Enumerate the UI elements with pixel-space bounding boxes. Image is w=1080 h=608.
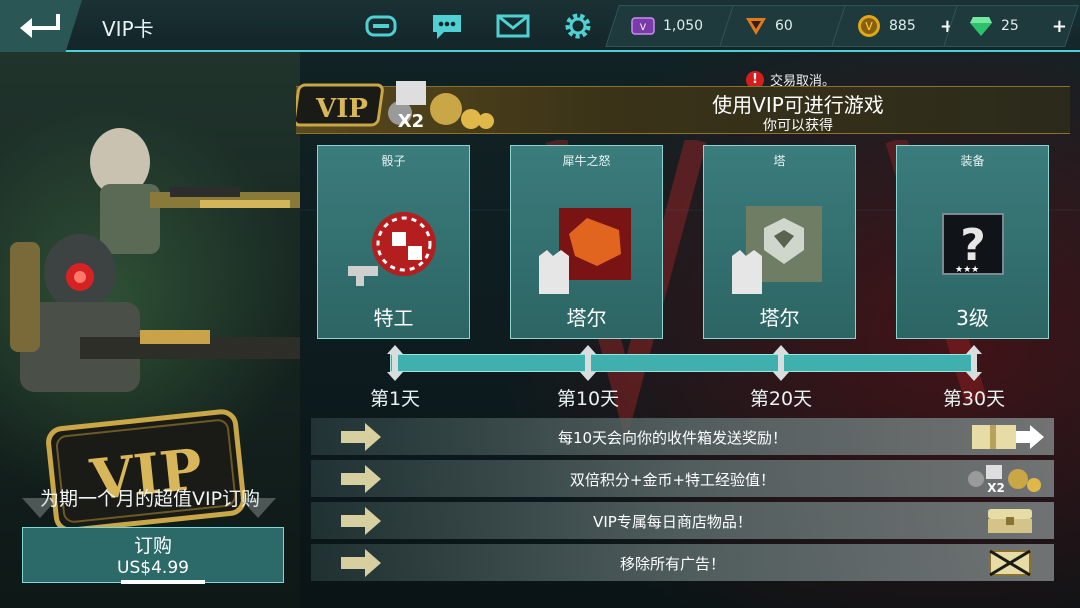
perk-text: 移除所有广告！	[619, 555, 725, 573]
reward-name: 骰子	[381, 154, 406, 168]
reward-label: 塔尔	[759, 306, 800, 330]
vip-points-value: 1,050	[663, 18, 704, 34]
mail-icon[interactable]	[496, 10, 530, 42]
perk-row: 移除所有广告！	[311, 544, 1054, 581]
vip-logo: VIP	[46, 409, 246, 533]
back-button[interactable]	[0, 0, 82, 52]
reward-label: 特工	[373, 306, 414, 330]
timeline-node-icon	[387, 345, 403, 381]
soldier-illustration	[10, 128, 300, 392]
reward-name: 塔	[773, 154, 786, 168]
timeline-node-icon	[580, 345, 596, 381]
perk-text: 每10天会向你的收件箱发送奖励！	[557, 429, 788, 447]
top-bar: VIP卡 V 1,050 60 V 885 + 25 +	[0, 0, 1080, 52]
tokens-value: 60	[775, 18, 793, 34]
gear-icon-svg	[565, 13, 591, 39]
rhino-jersey-icon	[539, 208, 631, 294]
svg-text:V: V	[640, 23, 647, 33]
no-ads-icon	[989, 549, 1031, 577]
gamepad-icon[interactable]	[364, 10, 398, 42]
day-label: 第20天	[749, 388, 813, 410]
banner-title: 使用VIP可进行游戏	[712, 93, 884, 117]
day-label: 第1天	[369, 388, 421, 410]
timeline-bar	[390, 354, 974, 372]
settings-gear-icon[interactable]	[561, 10, 595, 42]
svg-text:X2: X2	[987, 481, 1005, 494]
subscribe-label: 订购	[133, 535, 172, 557]
reward-card[interactable]: 装备 ? ★★★ 3级	[896, 145, 1049, 339]
coin-icon: V	[858, 15, 880, 37]
timeline-node-icon	[966, 345, 982, 381]
double-rewards-icon: X2	[968, 465, 1041, 494]
reward-label: 塔尔	[566, 306, 607, 330]
arrow-right-icon	[341, 465, 381, 493]
mail-icon-svg	[496, 14, 530, 38]
price-underline	[121, 580, 205, 584]
svg-text:★★★: ★★★	[955, 265, 979, 275]
gamepad-icon-svg	[365, 15, 397, 37]
reward-card[interactable]: 骰子 特工	[317, 145, 470, 339]
vip-banner: VIP X2 使用VIP可进行游戏 你可以获得	[296, 81, 1070, 134]
day-label: 第30天	[942, 388, 1006, 410]
arrow-right-icon	[341, 423, 381, 451]
vip-points-icon: V	[631, 17, 655, 35]
reward-name: 犀牛之怒	[562, 154, 611, 168]
page-title: VIP卡	[102, 17, 154, 41]
gems-value: 25	[1001, 18, 1019, 34]
perk-row: VIP专属每日商店物品！	[311, 502, 1054, 539]
chat-icon[interactable]	[430, 10, 464, 42]
timeline-node-icon	[773, 345, 789, 381]
day-label: 第10天	[556, 388, 620, 410]
mystery-gear-icon: ? ★★★	[942, 213, 1004, 275]
dice-chip-icon	[348, 212, 436, 286]
gem-icon	[970, 17, 992, 36]
vip-badge-icon: VIP X2	[296, 81, 494, 132]
arrow-right-icon	[341, 549, 381, 577]
perk-row: 每10天会向你的收件箱发送奖励！	[311, 418, 1054, 455]
svg-text:V: V	[865, 20, 873, 33]
chest-icon	[988, 509, 1032, 533]
reward-card[interactable]: 塔 塔尔	[703, 145, 856, 339]
arrow-right-icon	[341, 507, 381, 535]
svg-text:?: ?	[960, 220, 986, 271]
chevron-down-icon	[22, 498, 58, 518]
chevron-down-icon	[240, 498, 276, 518]
gift-mail-icon	[972, 425, 1044, 449]
hero-panel: VIP	[0, 52, 300, 608]
perk-text: 双倍积分+金币+特工经验值！	[569, 471, 776, 489]
token-icon	[746, 18, 766, 35]
subscribe-price: US$4.99	[117, 558, 189, 578]
reward-name: 装备	[960, 154, 985, 168]
badge-text: VIP	[315, 94, 368, 124]
perk-row: 双倍积分+金币+特工经验值！ X2	[311, 460, 1054, 497]
reward-card[interactable]: 犀牛之怒 塔尔	[510, 145, 663, 339]
chat-icon-svg	[433, 15, 461, 39]
add-gems-button[interactable]: +	[1052, 16, 1067, 37]
currency-gems: 25 +	[943, 5, 1079, 47]
subscribe-button[interactable]: 订购 US$4.99	[22, 527, 284, 584]
coins-value: 885	[889, 18, 916, 34]
tower-jersey-icon	[732, 206, 822, 294]
banner-subtitle: 你可以获得	[763, 118, 833, 134]
multiplier-text: X2	[398, 111, 424, 132]
perk-text: VIP专属每日商店物品！	[593, 513, 752, 531]
back-arrow-icon	[20, 14, 60, 38]
reward-label: 3级	[956, 306, 989, 330]
